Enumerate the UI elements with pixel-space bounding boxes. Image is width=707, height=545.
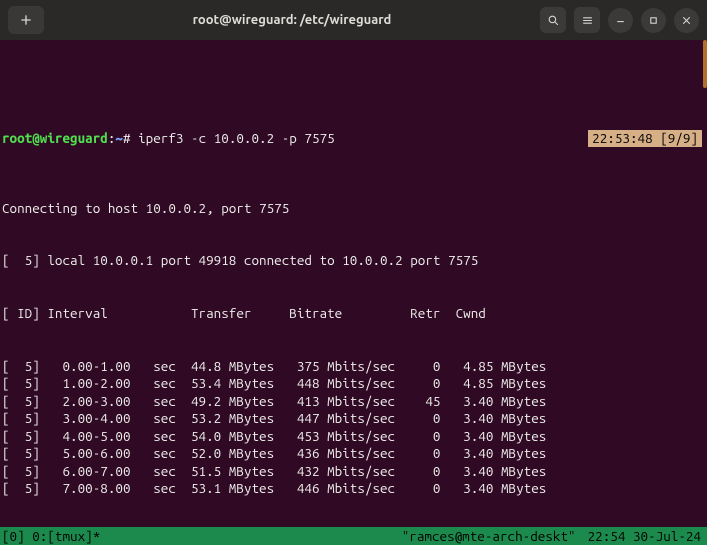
pane1-prompt-line: 22:53:48 [9/9]root@wireguard:~# iperf3 -…	[2, 130, 702, 148]
pane1-prompt-symbol: #	[123, 130, 131, 146]
table-row: [ 5] 3.00-4.00 sec 53.2 MBytes 447 Mbits…	[2, 410, 702, 428]
hamburger-menu-button[interactable]	[574, 7, 600, 33]
pane1-header: [ ID] Interval Transfer Bitrate Retr Cwn…	[2, 305, 702, 323]
table-row: [ 5] 1.00-2.00 sec 53.4 MBytes 448 Mbits…	[2, 375, 702, 393]
window-titlebar: root@wireguard: /etc/wireguard	[0, 0, 707, 40]
pane1-connecting: Connecting to host 10.0.0.2, port 7575	[2, 200, 702, 218]
new-tab-button[interactable]	[8, 6, 44, 34]
pane1-command: iperf3 -c 10.0.0.2 -p 7575	[138, 130, 335, 146]
tmux-status-clock: 22:54 30-Jul-24	[582, 527, 707, 545]
minimize-button[interactable]	[608, 8, 633, 33]
table-row: [ 5] 4.00-5.00 sec 54.0 MBytes 453 Mbits…	[2, 428, 702, 446]
table-row: [ 5] 0.00-1.00 sec 44.8 MBytes 375 Mbits…	[2, 358, 702, 376]
pane1-local-line: [ 5] local 10.0.0.1 port 49918 connected…	[2, 252, 702, 270]
table-row: [ 5] 2.00-3.00 sec 49.2 MBytes 413 Mbits…	[2, 393, 702, 411]
tmux-status-host: "ramces@mte-arch-deskt"	[396, 527, 582, 545]
maximize-button[interactable]	[641, 8, 666, 33]
tmux-status-left: [0] 0:[tmux]*	[0, 527, 100, 545]
pane1-path: ~	[115, 130, 123, 146]
table-row: [ 5] 5.00-6.00 sec 52.0 MBytes 436 Mbits…	[2, 445, 702, 463]
table-row: [ 5] 6.00-7.00 sec 51.5 MBytes 432 Mbits…	[2, 463, 702, 481]
pane1-user-host: root@wireguard	[2, 130, 108, 146]
pane1-status-stamp: 22:53:48 [9/9]	[588, 130, 702, 148]
close-button[interactable]	[674, 8, 699, 33]
scrollbar-thumb[interactable]	[703, 40, 707, 88]
tmux-status-bar: [0] 0:[tmux]* "ramces@mte-arch-deskt" 22…	[0, 527, 707, 545]
pane1-rows: [ 5] 0.00-1.00 sec 44.8 MBytes 375 Mbits…	[2, 358, 702, 498]
search-button[interactable]	[540, 7, 566, 33]
window-title: root@wireguard: /etc/wireguard	[193, 12, 392, 29]
table-row: [ 5] 7.00-8.00 sec 53.1 MBytes 446 Mbits…	[2, 480, 702, 498]
terminal-viewport[interactable]: 22:53:48 [9/9]root@wireguard:~# iperf3 -…	[0, 40, 707, 527]
